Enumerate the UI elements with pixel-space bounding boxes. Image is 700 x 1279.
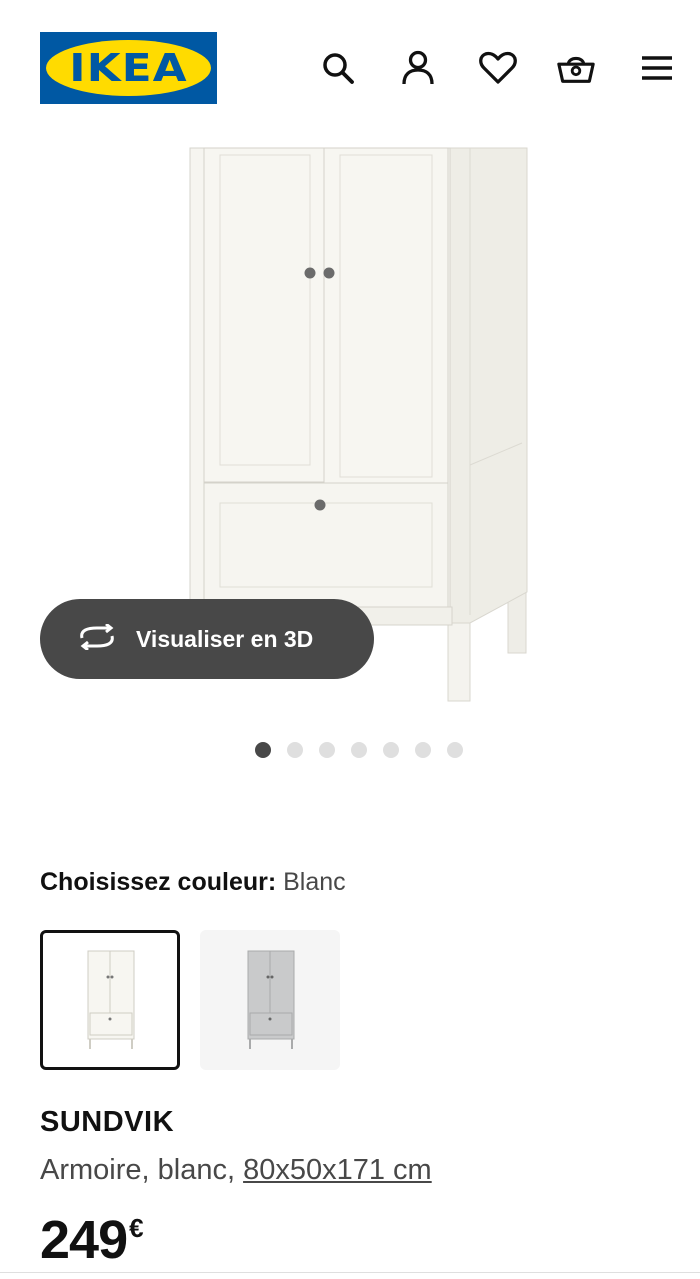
color-swatch-grey[interactable]	[200, 930, 340, 1070]
header: IKEA	[0, 0, 700, 130]
visualize-3d-button[interactable]: Visualiser en 3D	[40, 599, 374, 679]
menu-icon[interactable]	[637, 48, 677, 88]
product-dimensions-link[interactable]: 80x50x171 cm	[243, 1154, 432, 1186]
divider	[0, 1272, 700, 1273]
carousel-dot[interactable]	[415, 742, 431, 758]
product-name: SUNDVIK	[40, 1106, 175, 1138]
heart-icon[interactable]	[478, 48, 518, 88]
color-selector-label: Choisissez couleur: Blanc	[40, 868, 346, 897]
product-price: 249 €	[40, 1210, 144, 1270]
wardrobe-thumb-white	[87, 950, 135, 1049]
basket-icon[interactable]	[556, 48, 596, 88]
wardrobe-thumb-grey	[247, 950, 295, 1049]
carousel-dot[interactable]	[447, 742, 463, 758]
logo-oval: IKEA	[46, 40, 211, 96]
carousel-dots	[0, 742, 700, 760]
account-icon[interactable]	[398, 48, 438, 88]
carousel-dot[interactable]	[255, 742, 271, 758]
carousel-dot[interactable]	[383, 742, 399, 758]
color-label-value: Blanc	[283, 868, 346, 896]
price-currency: €	[129, 1213, 144, 1243]
ikea-logo[interactable]: IKEA	[40, 32, 217, 104]
color-label-prefix: Choisissez couleur:	[40, 868, 277, 896]
product-type: Armoire, blanc,	[40, 1154, 244, 1186]
carousel-dot[interactable]	[351, 742, 367, 758]
search-icon[interactable]	[318, 48, 358, 88]
price-integer: 249	[40, 1210, 128, 1270]
logo-text: IKEA	[69, 46, 188, 90]
color-swatch-white[interactable]	[40, 930, 180, 1070]
carousel-dot[interactable]	[319, 742, 335, 758]
visualize-3d-label: Visualiser en 3D	[136, 625, 314, 652]
carousel-dot[interactable]	[287, 742, 303, 758]
product-description: Armoire, blanc, 80x50x171 cm	[40, 1154, 432, 1187]
rotate-3d-icon	[76, 622, 118, 655]
